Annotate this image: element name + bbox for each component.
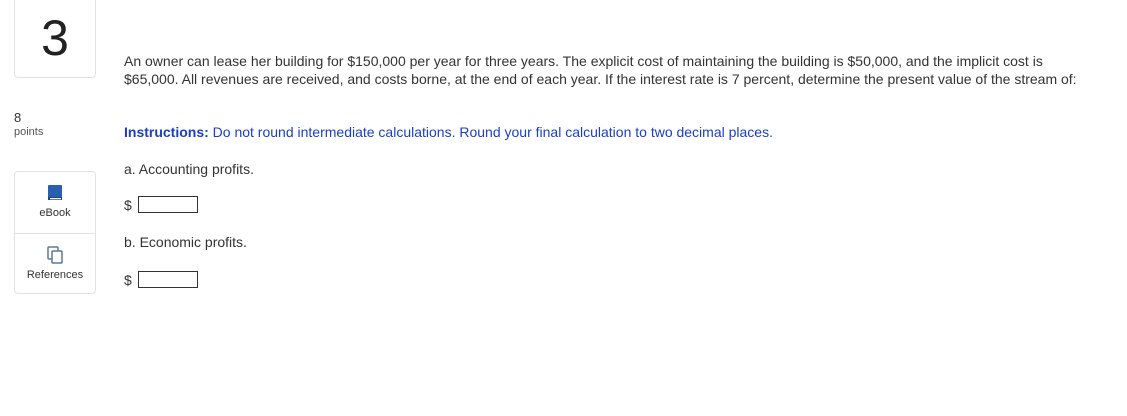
part-b-label: b. Economic profits. — [124, 234, 247, 250]
instructions-text: Do not round intermediate calculations. … — [208, 124, 773, 140]
references-icon — [46, 246, 64, 264]
part-a-currency: $ — [124, 196, 132, 213]
instructions: Instructions: Do not round intermediate … — [124, 124, 773, 140]
part-b-currency: $ — [124, 271, 132, 288]
question-number-box: 3 — [14, 0, 96, 78]
part-a-label: a. Accounting profits. — [124, 161, 254, 177]
instructions-label: Instructions: — [124, 124, 209, 140]
part-a-answer-input[interactable] — [138, 196, 198, 213]
part-a-answer-row: $ — [124, 196, 198, 213]
question-text: An owner can lease her building for $150… — [124, 53, 1077, 87]
part-b-answer-input[interactable] — [138, 271, 198, 288]
resources-panel: eBook References — [14, 171, 96, 294]
question-number: 3 — [41, 10, 69, 66]
part-b-answer-row: $ — [124, 271, 198, 288]
book-icon — [46, 184, 64, 202]
references-button[interactable]: References — [15, 233, 95, 294]
ebook-button[interactable]: eBook — [15, 172, 95, 232]
question-body: An owner can lease her building for $150… — [124, 52, 1084, 88]
ebook-label: eBook — [39, 207, 71, 219]
references-label: References — [26, 269, 84, 281]
points-value: 8 — [14, 110, 22, 125]
question-page: 3 8 points eBook References An owner can… — [0, 0, 1127, 416]
points-label: points — [14, 126, 44, 138]
